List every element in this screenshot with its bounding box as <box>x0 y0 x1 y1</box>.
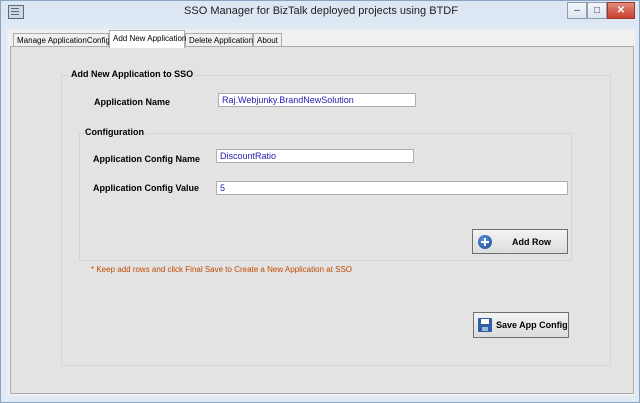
config-name-label: Application Config Name <box>93 154 201 164</box>
client-area: Manage ApplicationConfig Add New Applica… <box>7 29 635 396</box>
tab-page-add-new-application: Add New Application to SSO Application N… <box>10 46 634 394</box>
app-window: SSO Manager for BizTalk deployed project… <box>0 0 640 403</box>
application-name-label: Application Name <box>94 97 171 107</box>
save-app-config-button[interactable]: Save App Config <box>473 312 569 338</box>
add-row-label: Add Row <box>512 236 551 247</box>
tab-add-new-application[interactable]: Add New Application <box>109 30 186 48</box>
maximize-button[interactable]: □ <box>587 2 607 19</box>
save-app-config-label: Save App Config <box>496 320 568 330</box>
minimize-button[interactable]: – <box>567 2 587 19</box>
tab-manage-applicationconfig[interactable]: Manage ApplicationConfig <box>13 33 110 47</box>
add-application-group-title: Add New Application to SSO <box>69 69 196 79</box>
configuration-group-title: Configuration <box>83 127 146 137</box>
config-value-label: Application Config Value <box>93 183 200 193</box>
plus-icon <box>478 234 492 249</box>
config-name-input[interactable]: DiscountRatio <box>216 149 414 163</box>
add-row-button[interactable]: Add Row <box>472 229 568 254</box>
floppy-disk-icon <box>478 318 492 332</box>
tab-delete-application[interactable]: Delete Application <box>185 33 253 47</box>
config-value-input[interactable]: 5 <box>216 181 568 195</box>
window-title: SSO Manager for BizTalk deployed project… <box>184 5 458 17</box>
application-name-input[interactable]: Raj.Webjunky.BrandNewSolution <box>218 93 416 107</box>
instruction-note: * Keep add rows and click Final Save to … <box>91 265 353 274</box>
close-button[interactable]: ✕ <box>607 2 635 19</box>
tab-about[interactable]: About <box>253 33 282 47</box>
title-bar[interactable]: SSO Manager for BizTalk deployed project… <box>1 1 639 23</box>
